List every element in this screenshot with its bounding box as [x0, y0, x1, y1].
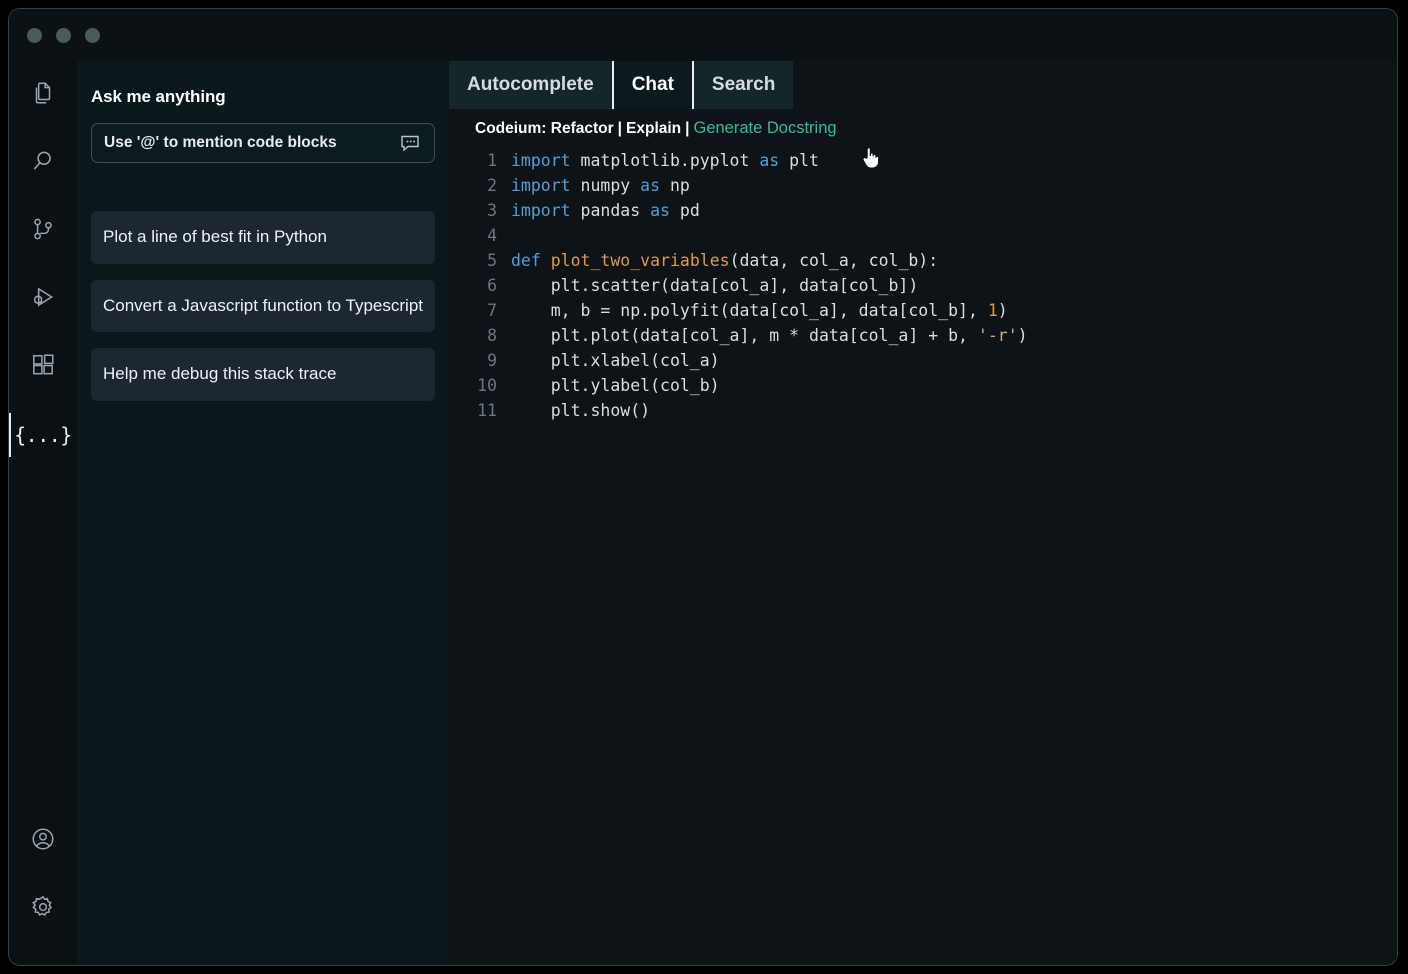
code-line: 7 m, b = np.polyfit(data[col_a], data[co… — [449, 298, 1397, 323]
activitybar-item-account[interactable] — [9, 807, 77, 875]
search-icon — [30, 148, 56, 179]
window-minimize-button[interactable] — [56, 27, 71, 43]
line-number: 1 — [487, 151, 497, 170]
line-number: 5 — [487, 251, 497, 270]
activitybar-item-search[interactable] — [9, 129, 77, 197]
codelens-bar: Codeium: Refactor | Explain | Generate Docst… — [449, 109, 1397, 144]
chat-input[interactable] — [104, 134, 398, 152]
speech-bubble-icon[interactable] — [398, 131, 422, 155]
code-line: 2 import numpy as np — [449, 173, 1397, 198]
tab-chat[interactable]: Chat — [611, 61, 694, 109]
chat-sidebar: Ask me anything Plot a line of best fit … — [77, 61, 449, 965]
gear-icon — [30, 894, 56, 925]
codelens-separator: | — [685, 120, 690, 137]
chat-panel-heading: Ask me anything — [91, 87, 226, 106]
activitybar-item-run-and-debug[interactable] — [9, 265, 77, 333]
window-close-button[interactable] — [27, 27, 42, 43]
line-number: 8 — [487, 326, 497, 345]
code-line: 6 plt.scatter(data[col_a], data[col_b]) — [449, 273, 1397, 298]
line-number: 2 — [487, 176, 497, 195]
code-block[interactable]: 1 import matplotlib.pyplot as plt 2 impo… — [449, 144, 1397, 423]
editor-tabstrip: Autocomplete Chat Search — [449, 61, 806, 109]
tab-search[interactable]: Search — [693, 61, 794, 109]
run-debug-icon — [30, 284, 56, 315]
line-number: 4 — [487, 226, 497, 245]
title-bar — [9, 9, 1397, 61]
codelens-separator: | — [617, 120, 623, 137]
codelens-action-explain[interactable]: Explain — [626, 120, 681, 137]
codelens-prefix: Codeium: — [475, 120, 551, 137]
activitybar-item-settings[interactable] — [9, 875, 77, 943]
line-number: 10 — [477, 376, 497, 395]
codelens-action-refactor[interactable]: Refactor — [551, 120, 614, 137]
code-line: 4 — [449, 223, 1397, 248]
tab-autocomplete[interactable]: Autocomplete — [449, 61, 612, 109]
line-number: 11 — [477, 401, 497, 420]
code-line: 5 def plot_two_variables(data, col_a, co… — [449, 248, 1397, 273]
suggestion-list: Plot a line of best fit in Python Conver… — [91, 211, 435, 401]
code-line: 11 plt.show() — [449, 398, 1397, 423]
activitybar-item-source-control[interactable] — [9, 197, 77, 265]
code-line: 10 plt.ylabel(col_b) — [449, 373, 1397, 398]
code-line: 1 import matplotlib.pyplot as plt — [449, 148, 1397, 173]
line-number: 3 — [487, 201, 497, 220]
line-text: import numpy as np — [511, 176, 690, 195]
line-text: plt.plot(data[col_a], m * data[col_a] + … — [511, 326, 1028, 345]
suggestion-card[interactable]: Convert a Javascript function to Typescr… — [91, 279, 435, 333]
line-text: plt.xlabel(col_a) — [511, 351, 720, 370]
suggestion-card[interactable]: Plot a line of best fit in Python — [91, 211, 435, 264]
activitybar-item-extensions[interactable] — [9, 333, 77, 401]
extensions-icon — [30, 352, 56, 383]
source-control-icon — [30, 216, 56, 247]
line-text: plt.scatter(data[col_a], data[col_b]) — [511, 276, 919, 295]
line-number: 7 — [487, 301, 497, 320]
braces-icon: {...} — [14, 423, 72, 447]
activitybar-item-codeium[interactable]: {...} — [9, 401, 77, 469]
line-text: plt.show() — [511, 401, 651, 420]
files-icon — [30, 80, 56, 111]
editor-area: Autocomplete Chat Search Codeium: Refact… — [449, 61, 1397, 965]
line-text: import pandas as pd — [511, 201, 700, 220]
activity-bar: {...} — [9, 61, 77, 965]
line-text: m, b = np.polyfit(data[col_a], data[col_… — [511, 301, 1008, 320]
line-number: 9 — [487, 351, 497, 370]
account-icon — [30, 826, 56, 857]
app-window: {...} Ask me anything Use '@' to mention… — [8, 8, 1398, 966]
suggestion-card[interactable]: Help me debug this stack trace — [91, 348, 435, 401]
chat-input-container[interactable] — [91, 123, 435, 163]
activitybar-item-explorer[interactable] — [9, 61, 77, 129]
line-text: import matplotlib.pyplot as plt — [511, 151, 819, 170]
line-text: def plot_two_variables(data, col_a, col_… — [511, 251, 939, 270]
window-maximize-button[interactable] — [85, 27, 100, 43]
codelens-action-generate-docstring[interactable]: Generate Docstring — [694, 119, 837, 137]
code-line: 9 plt.xlabel(col_a) — [449, 348, 1397, 373]
line-text: plt.ylabel(col_b) — [511, 376, 720, 395]
code-line: 8 plt.plot(data[col_a], m * data[col_a] … — [449, 323, 1397, 348]
code-line: 3 import pandas as pd — [449, 198, 1397, 223]
line-number: 6 — [487, 276, 497, 295]
